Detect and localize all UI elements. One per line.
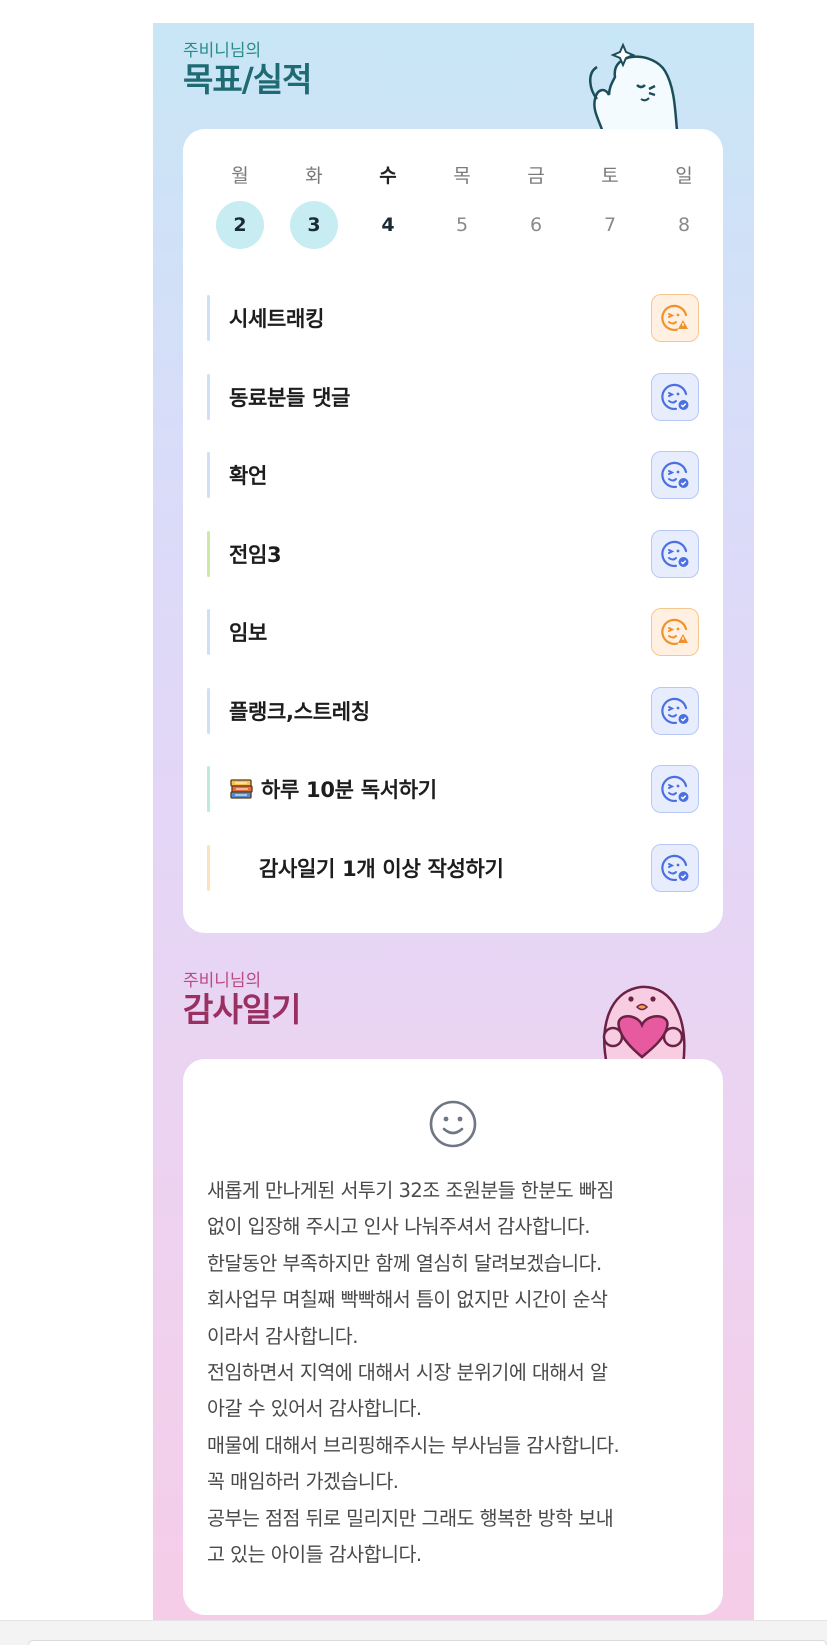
goal-status-done[interactable] [651,451,699,499]
weekday-thu: 목 [453,165,471,187]
diary-text: 새롭게 만나게된 서투기 32조 조원분들 한분도 빠짐 없이 입장해 주시고 … [207,1179,620,1567]
goal-label: 하루 10분 독서하기 [261,778,437,803]
goal-color-bar [207,609,210,655]
weekday-wed: 수 [379,165,397,187]
goal-color-bar [207,373,210,420]
goal-item[interactable]: 감사일기 1개 이상 작성하기 [207,829,699,908]
thanks-section-header: 주비니님의 감사일기 [183,971,301,1029]
goal-section-title: 목표/실적 [183,60,312,99]
date-cell[interactable]: 8 [647,201,721,249]
date-cell[interactable]: 3 [277,201,351,249]
goal-item[interactable]: 하루 10분 독서하기 [207,750,699,829]
warning-face-icon [661,304,688,331]
smile-face-icon [429,1100,477,1148]
heart-bird-mascot-icon [602,985,686,1065]
goal-status-done[interactable] [651,765,699,813]
goal-list: 시세트래킹 동료분들 댓글 확언 전임3 임보 플랭크,스트레칭 하루 10분 … [207,279,699,907]
goal-label: 전임3 [229,542,282,567]
goal-color-bar [207,687,210,734]
goal-item[interactable]: 확언 [207,436,699,515]
date-cell[interactable]: 6 [499,201,573,249]
warning-face-icon [661,618,688,645]
date-cell[interactable]: 7 [573,201,647,249]
weekday-fri: 금 [527,165,545,187]
goal-label: 감사일기 1개 이상 작성하기 [259,856,504,881]
goal-label: 시세트래킹 [229,307,325,332]
check-face-icon [661,461,689,488]
goal-label: 확언 [229,464,268,489]
weekday-header: 월 화 수 목 금 토 일 [203,161,721,188]
goal-status-done[interactable] [651,529,699,578]
thanks-section-title: 감사일기 [183,990,301,1029]
check-face-icon [661,383,689,410]
weekday-mon: 월 [231,165,249,187]
goal-diary-panel: 주비니님의 목표/실적 월 화 수 목 금 토 일 2 3 4 5 6 7 8 [153,23,754,1623]
goal-color-bar [207,295,210,341]
check-face-icon [661,540,689,567]
weekday-tue: 화 [305,165,323,187]
check-face-icon [661,775,689,802]
goal-label: 플랭크,스트레칭 [229,699,370,724]
thanks-diary-card: 새롭게 만나게된 서투기 32조 조원분들 한분도 빠짐 없이 입장해 주시고 … [183,1059,723,1615]
goal-label: 동료분들 댓글 [229,385,351,410]
goal-label: 임보 [229,621,268,646]
goal-item[interactable]: 전임3 [207,515,699,594]
books-icon [230,779,253,799]
bottom-input-field[interactable] [28,1640,827,1645]
goal-item[interactable]: 시세트래킹 [207,279,699,358]
date-row: 2 3 4 5 6 7 8 [203,201,721,249]
thanks-section-subtitle: 주비니님의 [183,971,262,991]
goal-status-warning[interactable] [651,294,699,342]
goal-status-done[interactable] [651,843,699,892]
goal-item[interactable]: 임보 [207,593,699,672]
goal-item[interactable]: 플랭크,스트레칭 [207,672,699,751]
goal-section-subtitle: 주비니님의 [183,41,262,61]
weekday-sun: 일 [675,165,693,187]
date-cell[interactable]: 5 [425,201,499,249]
goal-status-done[interactable] [651,686,699,735]
goal-color-bar [207,844,210,891]
date-cell[interactable]: 2 [203,201,277,249]
goal-card: 월 화 수 목 금 토 일 2 3 4 5 6 7 8 시세트래킹 동료분들 댓… [183,129,723,933]
date-cell-today[interactable]: 4 [351,201,425,249]
goal-status-warning[interactable] [651,608,699,656]
weekday-sat: 토 [601,165,619,187]
goal-color-bar [207,452,210,498]
goal-color-bar [207,766,210,812]
goal-status-done[interactable] [651,372,699,421]
goal-item[interactable]: 동료분들 댓글 [207,358,699,437]
check-face-icon [661,697,689,724]
goal-color-bar [207,530,210,577]
check-face-icon [661,854,689,881]
goal-section-header: 주비니님의 목표/실적 [183,41,312,99]
